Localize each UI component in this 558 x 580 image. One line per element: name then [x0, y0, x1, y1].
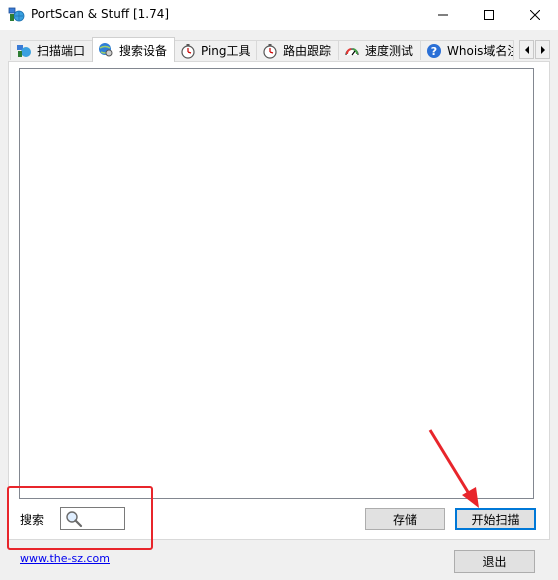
help-circle-icon: ? — [426, 43, 442, 59]
tab-search-devices[interactable]: 搜索设备 — [92, 37, 175, 62]
save-button[interactable]: 存储 — [365, 508, 445, 530]
title-bar: PortScan & Stuff [1.74] — [0, 0, 558, 30]
tab-scroll-left-button[interactable] — [519, 40, 534, 59]
tab-label: 速度测试 — [365, 44, 414, 58]
tab-label: Ping工具 — [201, 44, 251, 58]
tab-label: 搜索设备 — [119, 43, 168, 58]
tab-label: 扫描端口 — [37, 44, 86, 58]
arrow-right-icon — [540, 45, 545, 54]
network-globe-icon — [16, 43, 32, 59]
tab-strip: 扫描端口 搜索设备 Ping工具 路由跟踪 速度测试 ? Whois域名注 — [0, 37, 558, 62]
highlight-box-annotation — [7, 486, 153, 550]
tab-label: 路由跟踪 — [283, 44, 332, 58]
exit-button[interactable]: 退出 — [454, 550, 535, 573]
app-network-icon — [8, 7, 25, 23]
speedometer-icon — [344, 43, 360, 59]
tab-label: Whois域名注 — [447, 44, 514, 58]
stopwatch-icon — [262, 43, 278, 59]
tab-scroll-right-button[interactable] — [535, 40, 550, 59]
stopwatch-icon — [180, 43, 196, 59]
window-title: PortScan & Stuff [1.74] — [31, 7, 170, 21]
maximize-button[interactable] — [466, 0, 512, 30]
close-button[interactable] — [512, 0, 558, 30]
minimize-button[interactable] — [420, 0, 466, 30]
device-results-list[interactable] — [19, 68, 534, 499]
tab-scan-ports[interactable]: 扫描端口 — [10, 40, 93, 60]
tab-speed-test[interactable]: 速度测试 — [338, 40, 421, 60]
tab-ping-tool[interactable]: Ping工具 — [174, 40, 257, 60]
minimize-icon — [438, 14, 448, 16]
start-scan-button[interactable]: 开始扫描 — [455, 508, 536, 530]
maximize-icon — [484, 10, 494, 20]
arrow-left-icon — [524, 45, 529, 54]
website-link[interactable]: www.the-sz.com — [20, 552, 110, 565]
close-icon — [530, 10, 540, 20]
tab-traceroute[interactable]: 路由跟踪 — [256, 40, 339, 60]
tab-whois[interactable]: ? Whois域名注 — [420, 40, 514, 60]
svg-text:?: ? — [431, 45, 437, 58]
globe-search-icon — [98, 42, 114, 58]
